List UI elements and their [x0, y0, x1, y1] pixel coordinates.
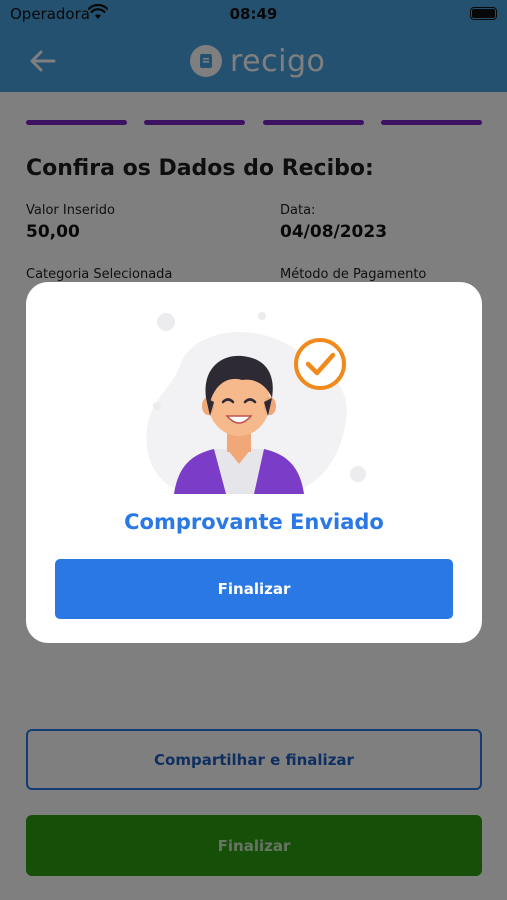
modal-title: Comprovante Enviado — [124, 510, 384, 534]
success-modal: Comprovante Enviado Finalizar — [26, 282, 482, 643]
modal-finish-button[interactable]: Finalizar — [55, 559, 453, 619]
success-illustration — [130, 306, 378, 496]
